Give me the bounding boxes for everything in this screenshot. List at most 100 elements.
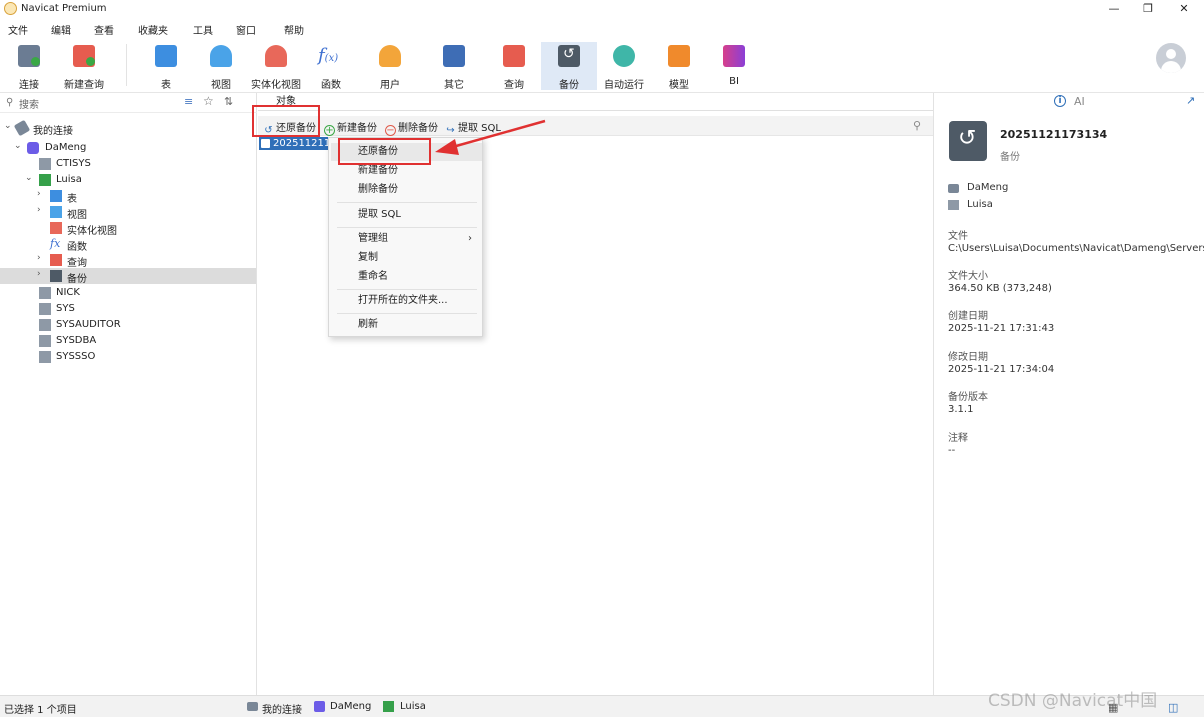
toolbar-new-query-button[interactable]: 新建查询 <box>56 42 112 91</box>
bi-chart-icon <box>723 45 745 67</box>
search-input[interactable]: 搜索 <box>19 96 39 111</box>
tree-item-nick[interactable]: NICK <box>0 285 256 301</box>
detail-name: 20251121173134 <box>1000 128 1108 141</box>
tree-item-my-connections[interactable]: ⌄ 我的连接 <box>0 119 256 137</box>
tree-item-views[interactable]: › 视图 <box>0 204 256 221</box>
tree-item-sys[interactable]: SYS <box>0 301 256 317</box>
status-crumb-dameng[interactable]: DaMeng <box>330 701 371 712</box>
detail-version-value: 3.1.1 <box>948 404 974 415</box>
toolbar-automation-label: 自动运行 <box>604 80 644 91</box>
menu-bar: 文件 编辑 查看 收藏夹 工具 窗口 帮助 <box>0 19 1204 38</box>
user-avatar[interactable] <box>1156 43 1186 73</box>
collapse-arrow-icon[interactable]: › <box>37 205 41 215</box>
detail-created-value: 2025-11-21 17:31:43 <box>948 323 1055 334</box>
expand-arrow-icon[interactable]: ⌄ <box>4 121 12 131</box>
detail-file-value: C:\Users\Luisa\Documents\Navicat\Dameng\… <box>948 243 1204 254</box>
tree-item-sysdba[interactable]: SYSDBA <box>0 333 256 349</box>
materialized-view-icon <box>50 222 62 234</box>
ctx-copy[interactable]: 复制 <box>331 249 482 267</box>
toolbar-query-label: 查询 <box>504 80 524 91</box>
detail-size-label: 文件大小 <box>948 271 988 282</box>
menu-file[interactable]: 文件 <box>8 22 28 37</box>
ctx-restore-highlight <box>338 138 431 165</box>
new-backup-button[interactable]: + 新建备份 <box>324 119 377 136</box>
menu-view[interactable]: 查看 <box>94 22 114 37</box>
schema-icon <box>39 158 51 170</box>
toolbar-automation-button[interactable]: 自动运行 <box>596 42 652 91</box>
status-crumb-connections[interactable]: 我的连接 <box>262 701 302 716</box>
app-logo-icon <box>4 2 17 15</box>
expand-arrow-icon[interactable]: ⌄ <box>14 141 22 151</box>
menu-favorites[interactable]: 收藏夹 <box>138 22 168 37</box>
toolbar-view-button[interactable]: 视图 <box>193 42 249 91</box>
toolbar-query-button[interactable]: 查询 <box>486 42 542 91</box>
toolbar-backup-button[interactable]: ↺ 备份 <box>541 42 597 91</box>
close-window-button[interactable]: ✕ <box>1166 0 1202 18</box>
toolbar-other-button[interactable]: 其它 <box>426 42 482 91</box>
avatar-body-icon <box>1161 61 1181 73</box>
menu-window[interactable]: 窗口 <box>236 22 256 37</box>
ctx-refresh[interactable]: 刷新 <box>331 316 482 334</box>
expand-pane-icon[interactable]: ↗ <box>1186 94 1195 107</box>
toolbar-table-button[interactable]: 表 <box>138 42 194 91</box>
ctx-extract-sql[interactable]: 提取 SQL <box>331 206 482 224</box>
collapse-arrow-icon[interactable]: › <box>37 189 41 199</box>
maximize-button[interactable]: ❐ <box>1130 0 1166 18</box>
main-toolbar: 连接 新建查询 表 视图 实体化视图 f(x) 函数 用户 ▼ 其它 ▼ 查询 … <box>0 38 1204 106</box>
watermark-text: CSDN @Navicat中国 <box>988 691 1158 711</box>
backup-icon: ↺ <box>558 45 580 67</box>
collapse-all-icon[interactable]: ⇅ <box>224 95 233 108</box>
status-crumb-luisa[interactable]: Luisa <box>400 701 426 712</box>
filter-icon[interactable]: ≡ <box>184 95 193 108</box>
menu-tools[interactable]: 工具 <box>193 22 213 37</box>
ctx-delete-backup[interactable]: 删除备份 <box>331 181 482 199</box>
object-search-icon[interactable]: ⚲ <box>913 119 921 132</box>
toolbar-connect-button[interactable]: 连接 <box>1 42 57 91</box>
navigation-pane: ⚲ 搜索 ≡ ☆ ⇅ ⌄ 我的连接 ⌄ DaMeng CTISYS ⌄ Luis… <box>0 93 257 695</box>
menu-help[interactable]: 帮助 <box>284 22 304 37</box>
tree-item-sysauditor[interactable]: SYSAUDITOR <box>0 317 256 333</box>
favorite-star-icon[interactable]: ☆ <box>203 94 214 108</box>
ctx-open-folder[interactable]: 打开所在的文件夹... <box>331 292 482 310</box>
ctx-rename[interactable]: 重命名 <box>331 268 482 286</box>
ctx-manage-group[interactable]: 管理组 › <box>331 230 482 248</box>
tree-item-materialized-views[interactable]: 实体化视图 <box>0 220 256 237</box>
tree-item-backups[interactable]: › 备份 <box>0 268 256 285</box>
collapse-arrow-icon[interactable]: › <box>37 269 41 279</box>
query-icon <box>50 254 62 266</box>
tab-bar: 对象 <box>258 93 933 111</box>
toolbar-model-button[interactable]: 模型 <box>651 42 707 91</box>
toolbar-bi-button[interactable]: BI <box>706 42 762 90</box>
collapse-arrow-icon[interactable]: › <box>37 253 41 263</box>
tree-item-dameng[interactable]: ⌄ DaMeng <box>0 140 256 156</box>
info-icon[interactable]: i <box>1054 95 1066 107</box>
detail-type: 备份 <box>1000 152 1020 163</box>
detail-modified-value: 2025-11-21 17:34:04 <box>948 364 1055 375</box>
tree-item-luisa[interactable]: ⌄ Luisa <box>0 172 256 188</box>
query-icon <box>503 45 525 67</box>
tree-item-label: CTISYS <box>56 158 91 169</box>
minimize-button[interactable]: — <box>1096 0 1132 18</box>
plus-badge-icon <box>31 57 40 66</box>
menu-edit[interactable]: 编辑 <box>51 22 71 37</box>
navigation-search-row: ⚲ 搜索 ≡ ☆ ⇅ <box>0 93 257 113</box>
expand-arrow-icon[interactable]: ⌄ <box>25 173 33 183</box>
toolbar-user-button[interactable]: 用户 <box>362 42 418 91</box>
toolbar-function-button[interactable]: f(x) 函数 <box>303 42 359 91</box>
backup-file-item[interactable]: 20251121173134 <box>259 137 331 150</box>
tree-item-tables[interactable]: › 表 <box>0 188 256 205</box>
submenu-arrow-icon: › <box>468 233 472 244</box>
ai-icon[interactable]: AI <box>1074 95 1085 108</box>
detail-view-icon[interactable]: ◫ <box>1168 701 1178 714</box>
avatar-head-icon <box>1166 49 1176 59</box>
toolbar-materialized-view-button[interactable]: 实体化视图 <box>248 42 304 91</box>
tree-item-ctisys[interactable]: CTISYS <box>0 156 256 172</box>
tree-item-syssso[interactable]: SYSSSO <box>0 349 256 365</box>
detail-comment-label: 注释 <box>948 433 968 444</box>
view-icon <box>50 206 62 218</box>
tree-item-functions[interactable]: fx 函数 <box>0 236 256 253</box>
view-icon <box>210 45 232 67</box>
toolbar-table-label: 表 <box>161 80 171 91</box>
connection-group-icon <box>13 119 31 137</box>
tree-item-queries[interactable]: › 查询 <box>0 252 256 269</box>
